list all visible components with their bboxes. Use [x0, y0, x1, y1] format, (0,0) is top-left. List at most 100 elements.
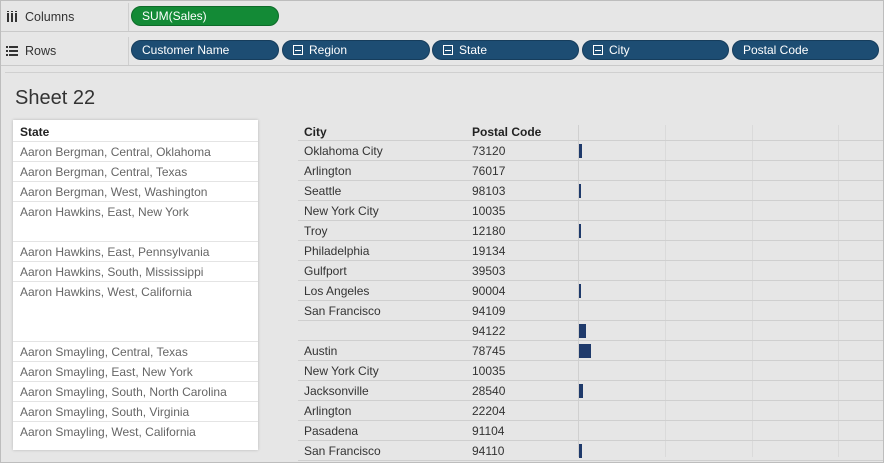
state-header[interactable]: State	[20, 125, 49, 139]
postal-code-cell[interactable]: 10035	[472, 364, 505, 378]
city-cell[interactable]: Philadelphia	[304, 244, 369, 258]
row-divider	[298, 300, 883, 301]
pill-city-label: City	[609, 43, 630, 57]
postal-code-cell[interactable]: 94109	[472, 304, 505, 318]
state-group-label: Aaron Hawkins, South, Mississippi	[20, 265, 204, 279]
state-group-label: Aaron Bergman, Central, Oklahoma	[20, 145, 211, 159]
state-group-label: Aaron Smayling, Central, Texas	[20, 345, 188, 359]
collapse-icon[interactable]	[443, 45, 453, 55]
state-group-row[interactable]: Aaron Bergman, Central, Oklahoma	[13, 141, 258, 161]
postal-code-cell[interactable]: 94110	[472, 444, 504, 458]
postal-code-cell[interactable]: 22204	[472, 404, 505, 418]
rows-icon	[5, 44, 19, 58]
city-cell[interactable]: San Francisco	[304, 444, 381, 458]
postal-code-cell[interactable]: 98103	[472, 184, 505, 198]
sales-bar[interactable]	[579, 344, 591, 358]
postal-code-cell[interactable]: 91104	[472, 424, 504, 438]
city-cell[interactable]: San Francisco	[304, 304, 381, 318]
city-cell[interactable]: Oklahoma City	[304, 144, 383, 158]
state-group-row[interactable]: Aaron Hawkins, South, Mississippi	[13, 261, 258, 281]
state-group-row[interactable]: Aaron Smayling, South, Virginia	[13, 401, 258, 421]
postal-code-cell[interactable]: 12180	[472, 224, 505, 238]
row-divider	[298, 260, 883, 261]
city-cell[interactable]: Los Angeles	[304, 284, 369, 298]
sales-bar[interactable]	[579, 324, 586, 338]
state-group-row[interactable]: Aaron Hawkins, West, California	[13, 281, 258, 341]
sales-bar[interactable]	[579, 144, 582, 158]
state-group-row[interactable]: Aaron Smayling, West, California	[13, 421, 258, 441]
state-group-row[interactable]: Aaron Bergman, West, Washington	[13, 181, 258, 201]
row-divider	[298, 280, 883, 281]
rows-label-text: Rows	[25, 44, 57, 58]
pill-postal-code[interactable]: Postal Code	[732, 40, 879, 60]
sales-bar[interactable]	[579, 224, 581, 238]
postal-code-cell[interactable]: 39503	[472, 264, 505, 278]
postal-code-cell[interactable]: 94122	[472, 324, 505, 338]
columns-shelf: Columns SUM(Sales)	[1, 3, 883, 32]
sales-bar[interactable]	[579, 384, 583, 398]
pill-state-label: State	[459, 43, 488, 57]
columns-shelf-label: Columns	[5, 3, 129, 31]
columns-icon	[5, 10, 19, 24]
postal-code-cell[interactable]: 10035	[472, 204, 505, 218]
state-group-row[interactable]: Aaron Smayling, East, New York	[13, 361, 258, 381]
pill-city[interactable]: City	[582, 40, 729, 60]
row-divider	[298, 420, 883, 421]
row-divider	[298, 240, 883, 241]
row-divider	[298, 440, 883, 441]
city-cell[interactable]: Jacksonville	[304, 384, 369, 398]
city-cell[interactable]: New York City	[304, 204, 379, 218]
pill-sum-sales[interactable]: SUM(Sales)	[131, 6, 279, 26]
state-tooltip-panel: State Aaron Bergman, Central, Oklahoma Aa…	[13, 120, 258, 450]
postal-code-cell[interactable]: 19134	[472, 244, 505, 258]
city-cell[interactable]: Austin	[304, 344, 337, 358]
pill-postal-code-label: Postal Code	[743, 43, 809, 57]
pill-customer-name[interactable]: Customer Name	[131, 40, 279, 60]
postal-code-cell[interactable]: 90004	[472, 284, 505, 298]
city-cell[interactable]: Seattle	[304, 184, 341, 198]
header-divider	[298, 140, 883, 141]
grid-line	[752, 125, 753, 457]
pill-region[interactable]: Region	[282, 40, 430, 60]
sales-bar[interactable]	[579, 444, 582, 458]
state-group-label: Aaron Hawkins, East, New York	[20, 205, 189, 219]
state-group-label: Aaron Hawkins, East, Pennsylvania	[20, 245, 210, 259]
pill-sum-sales-label: SUM(Sales)	[142, 9, 207, 23]
city-header[interactable]: City	[304, 125, 327, 139]
city-cell[interactable]: Pasadena	[304, 424, 358, 438]
city-cell[interactable]: Gulfport	[304, 264, 347, 278]
row-divider	[298, 340, 883, 341]
city-cell[interactable]: Arlington	[304, 164, 351, 178]
collapse-icon[interactable]	[293, 45, 303, 55]
row-divider	[298, 380, 883, 381]
state-group-row[interactable]: Aaron Smayling, Central, Texas	[13, 341, 258, 361]
postal-code-header[interactable]: Postal Code	[472, 125, 541, 139]
state-group-row[interactable]: Aaron Bergman, Central, Texas	[13, 161, 258, 181]
row-divider	[298, 180, 883, 181]
rows-shelf-label: Rows	[5, 37, 129, 65]
postal-code-cell[interactable]: 73120	[472, 144, 505, 158]
postal-code-cell[interactable]: 76017	[472, 164, 505, 178]
state-group-row[interactable]: Aaron Hawkins, East, New York	[13, 201, 258, 241]
city-cell[interactable]: Arlington	[304, 404, 351, 418]
grid-line	[838, 125, 839, 457]
state-group-label: Aaron Smayling, South, Virginia	[20, 405, 190, 419]
rows-shelf: Rows Customer Name Region State City Pos…	[1, 37, 883, 66]
city-cell[interactable]: Troy	[304, 224, 328, 238]
columns-label-text: Columns	[25, 10, 75, 24]
pill-state[interactable]: State	[432, 40, 579, 60]
city-cell[interactable]: New York City	[304, 364, 379, 378]
state-group-row[interactable]: Aaron Smayling, South, North Carolina	[13, 381, 258, 401]
row-divider	[298, 320, 883, 321]
sales-bar[interactable]	[579, 284, 581, 298]
postal-code-cell[interactable]: 28540	[472, 384, 505, 398]
postal-code-cell[interactable]: 78745	[472, 344, 505, 358]
pill-customer-name-label: Customer Name	[142, 43, 230, 57]
sales-bar[interactable]	[579, 184, 581, 198]
view-canvas: Sheet 22 City Postal Code Oklahoma City 7…	[5, 72, 883, 462]
state-group-label: Aaron Bergman, West, Washington	[20, 185, 208, 199]
state-group-label: Aaron Bergman, Central, Texas	[20, 165, 188, 179]
collapse-icon[interactable]	[593, 45, 603, 55]
state-group-row[interactable]: Aaron Hawkins, East, Pennsylvania	[13, 241, 258, 261]
row-divider	[298, 460, 883, 461]
